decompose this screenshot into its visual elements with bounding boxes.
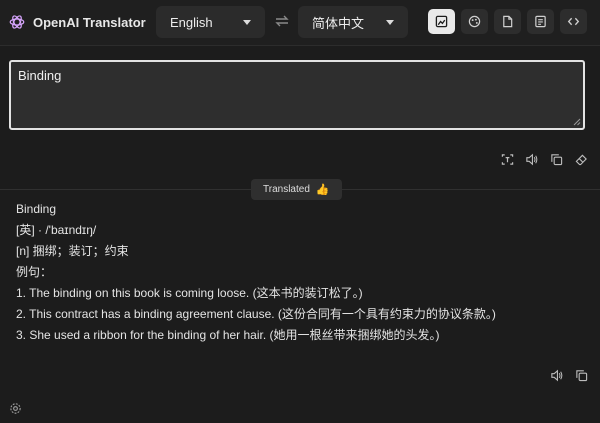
source-text-input[interactable] — [11, 62, 583, 128]
palette-icon — [468, 15, 481, 28]
app-title: OpenAI Translator — [33, 14, 146, 30]
image-translate-button[interactable] — [428, 9, 455, 34]
thumbs-up-icon: 👍 — [315, 184, 330, 196]
result-line: 3. She used a ribbon for the binding of … — [16, 328, 440, 342]
clear-input-button[interactable] — [574, 152, 588, 166]
document-icon — [503, 15, 513, 28]
status-badge: Translated 👍 — [251, 179, 342, 200]
copy-icon — [550, 153, 562, 165]
result-line: [英] · /'baɪndɪŋ/ — [16, 223, 97, 237]
image-translate-icon — [435, 15, 448, 28]
resize-grip-icon[interactable] — [573, 118, 581, 126]
vocabulary-icon — [535, 15, 546, 28]
speak-result-button[interactable] — [549, 368, 563, 382]
eraser-icon — [575, 154, 587, 165]
status-label: Translated — [263, 184, 310, 195]
ocr-button[interactable] — [500, 152, 514, 166]
openai-logo-icon — [9, 15, 25, 29]
source-language-label: English — [170, 14, 213, 30]
document-button[interactable] — [494, 9, 521, 34]
result-line: 1. The binding on this book is coming lo… — [16, 286, 363, 300]
vocabulary-button[interactable] — [527, 9, 554, 34]
target-language-select[interactable]: 简体中文 — [298, 6, 408, 38]
brand: OpenAI Translator — [8, 13, 146, 31]
speaker-icon — [525, 153, 537, 165]
speak-input-button[interactable] — [524, 152, 538, 166]
result-line: [n] 捆绑；装订；约束 — [16, 244, 129, 258]
ocr-icon — [501, 153, 513, 165]
chevron-down-icon — [243, 19, 251, 25]
copy-result-button[interactable] — [574, 368, 588, 382]
chevron-down-icon — [386, 19, 394, 25]
gear-icon[interactable] — [9, 402, 22, 415]
result-line: 例句： — [16, 265, 53, 279]
source-text-box — [9, 60, 585, 130]
copy-input-button[interactable] — [549, 152, 563, 166]
code-button[interactable] — [560, 9, 587, 34]
swap-arrows-icon[interactable] — [274, 14, 290, 28]
copy-icon — [575, 369, 587, 381]
target-language-label: 简体中文 — [312, 15, 365, 31]
source-language-select[interactable]: English — [156, 6, 265, 38]
translation-result: Binding [英] · /'baɪndɪŋ/ [n] 捆绑；装订；约束 例句… — [16, 199, 576, 346]
header: OpenAI Translator English 简体中文 — [0, 0, 600, 46]
speaker-icon — [550, 369, 562, 381]
code-icon — [567, 17, 580, 26]
result-line: 2. This contract has a binding agreement… — [16, 307, 496, 321]
theme-button[interactable] — [461, 9, 488, 34]
result-line: Binding — [16, 202, 57, 216]
